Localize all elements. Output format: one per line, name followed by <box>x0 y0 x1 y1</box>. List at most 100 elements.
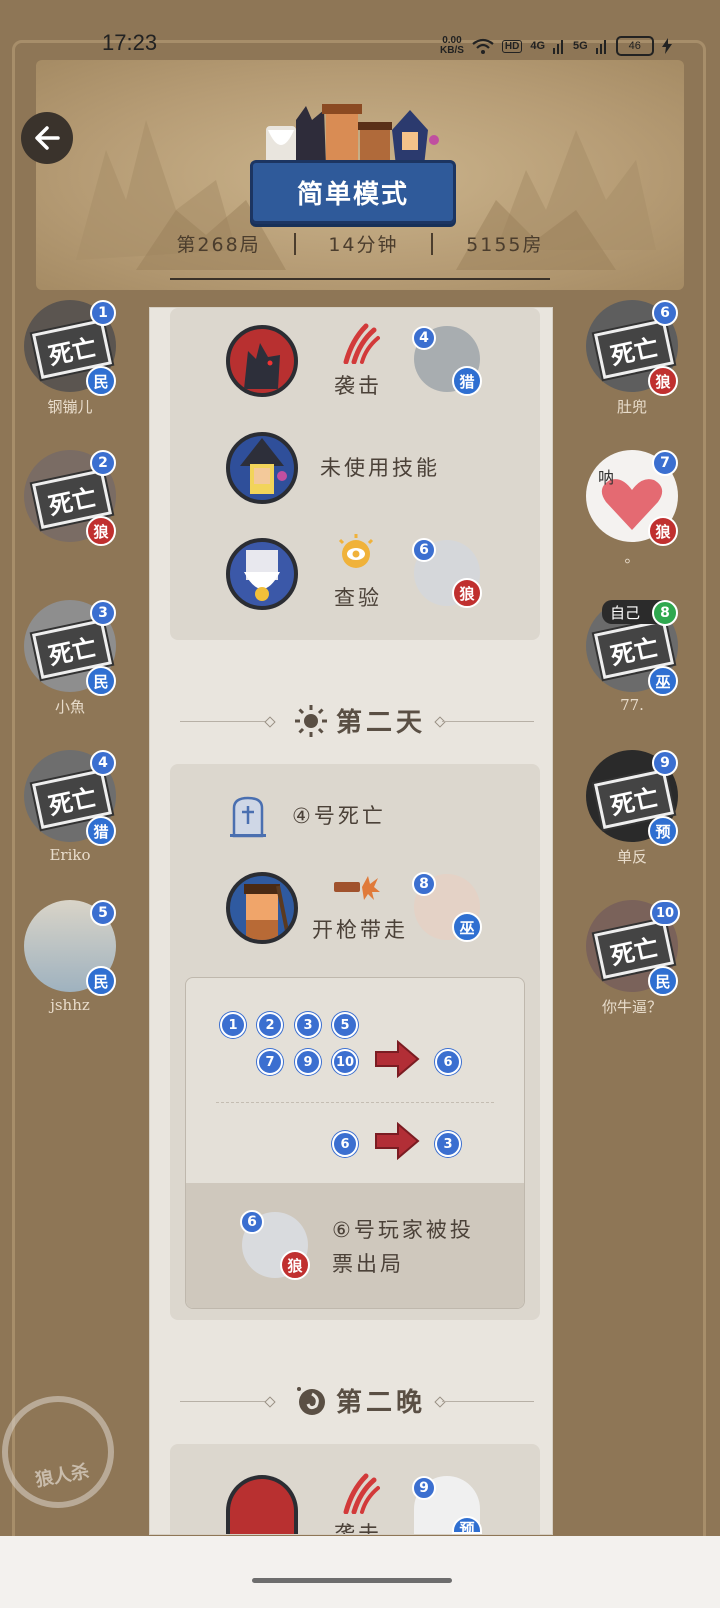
vote-result-line2: 票出局 <box>332 1252 404 1276</box>
player-number-badge: 8 <box>652 600 678 626</box>
player-number-badge: 9 <box>412 1476 436 1500</box>
section-divider <box>442 721 534 722</box>
player-number-badge: 7 <box>652 450 678 476</box>
sun-icon <box>295 704 327 737</box>
player-number-badge: 9 <box>652 750 678 776</box>
hunter-action-label: 开枪带走 <box>312 918 408 942</box>
player-number-badge: 10 <box>650 900 680 926</box>
player-number-badge: 5 <box>90 900 116 926</box>
player-name: jshhz <box>50 996 90 1014</box>
player-name: 。 <box>624 548 640 566</box>
night2-title-text: 第二晚 <box>336 1388 427 1418</box>
vote-player-number: 7 <box>257 1049 283 1075</box>
watermark-text: 狼人杀 <box>33 1461 91 1492</box>
vote-result-area <box>186 1183 524 1308</box>
role-badge: 猎 <box>86 816 116 846</box>
claw-icon <box>343 323 380 364</box>
player-number-badge: 4 <box>412 326 436 350</box>
status-icons: 0.00 KB/S HD 4G 5G 46 <box>440 34 672 58</box>
section-divider <box>180 1401 272 1402</box>
player-number-badge: 4 <box>90 750 116 776</box>
player-name: Eriko <box>49 846 91 864</box>
vote-target-number: 3 <box>435 1131 461 1157</box>
vote-separator <box>216 1102 494 1103</box>
game-duration: 14分钟 <box>328 234 399 256</box>
role-badge: 狼 <box>648 366 678 396</box>
day2-title-text: 第二天 <box>336 708 427 738</box>
vote-player-number: 6 <box>332 1131 358 1157</box>
status-time: 17:23 <box>102 30 158 55</box>
room-number: 5155房 <box>466 234 544 256</box>
witch-role-icon <box>226 432 298 504</box>
role-badge: 狼 <box>648 516 678 546</box>
role-badge: 民 <box>648 966 678 996</box>
vote-arrow-icon <box>375 1122 420 1160</box>
role-badge: 巫 <box>648 666 678 696</box>
player-number-badge: 1 <box>90 300 116 326</box>
bottom-nav-area <box>0 1536 720 1608</box>
game-characters-illustration <box>266 104 439 166</box>
wifi-icon <box>472 38 494 54</box>
wolf-action-label: 袭击 <box>334 374 382 398</box>
avatar-text: 呐 <box>598 468 615 487</box>
player-number-badge: 6 <box>652 300 678 326</box>
role-badge: 巫 <box>452 912 482 942</box>
player-name: 77. <box>620 696 644 714</box>
witch-action-label: 未使用技能 <box>320 456 440 480</box>
signal-bars-icon <box>595 40 606 54</box>
vote-player-number: 2 <box>257 1012 283 1038</box>
claw-icon <box>343 1473 380 1514</box>
hd-icon: HD <box>501 39 523 53</box>
charging-icon <box>661 38 672 54</box>
stats-separator <box>293 232 296 255</box>
player-number-badge: 8 <box>412 872 436 896</box>
arrow-left-icon <box>35 126 60 150</box>
player-number-badge: 6 <box>240 1210 264 1234</box>
role-badge: 民 <box>86 666 116 696</box>
net-speed: 0.00 KB/S <box>440 36 464 56</box>
vote-player-number: 10 <box>332 1049 358 1075</box>
vote-player-number: 1 <box>220 1012 246 1038</box>
section-divider <box>180 721 272 722</box>
battery-icon: 46 <box>615 36 654 56</box>
section-divider <box>442 1401 534 1402</box>
net-speed-unit: KB/S <box>440 45 464 56</box>
role-badge: 狼 <box>280 1250 310 1280</box>
werewolf-role-icon <box>226 325 298 397</box>
seer-action-label: 查验 <box>334 586 382 610</box>
home-indicator[interactable] <box>252 1578 452 1583</box>
vote-target-number: 6 <box>435 1049 461 1075</box>
back-button[interactable] <box>21 112 73 164</box>
stats-separator <box>431 232 434 255</box>
player-name: 肚兜 <box>616 398 647 416</box>
role-badge: 民 <box>86 366 116 396</box>
vote-arrow-icon <box>375 1040 420 1078</box>
role-badge: 狼 <box>452 578 482 608</box>
night2-title: 第二晚 <box>294 1382 426 1419</box>
tombstone-icon <box>230 796 266 838</box>
night2-wolf-action-label: 袭击 <box>334 1522 382 1534</box>
signal-bars-icon <box>553 40 564 54</box>
death-text: ④号死亡 <box>292 804 386 828</box>
role-badge: 狼 <box>86 516 116 546</box>
role-badge: 民 <box>86 966 116 996</box>
vote-result-line1: ⑥号玩家被投 <box>332 1218 474 1242</box>
player-name: 你牛逼？ <box>601 998 662 1016</box>
role-badge: 猎 <box>452 366 482 396</box>
player-name: 小魚 <box>54 698 85 716</box>
round-number: 第268局 <box>176 234 261 256</box>
player-number-badge: 3 <box>90 600 116 626</box>
header-underline <box>170 278 550 280</box>
signal-5g-icon: 5G <box>573 40 588 52</box>
seer-role-icon <box>226 538 298 610</box>
gunshot-icon <box>334 876 380 900</box>
day2-title: 第二天 <box>294 702 426 739</box>
eye-icon <box>338 534 374 568</box>
role-badge: 预 <box>648 816 678 846</box>
vote-player-number: 9 <box>295 1049 321 1075</box>
hunter-role-icon <box>226 872 298 944</box>
mode-title-banner: 简单模式 <box>250 160 456 224</box>
vote-player-number: 3 <box>295 1012 321 1038</box>
vote-player-number: 5 <box>332 1012 358 1038</box>
moon-swirl-icon <box>297 1386 325 1415</box>
